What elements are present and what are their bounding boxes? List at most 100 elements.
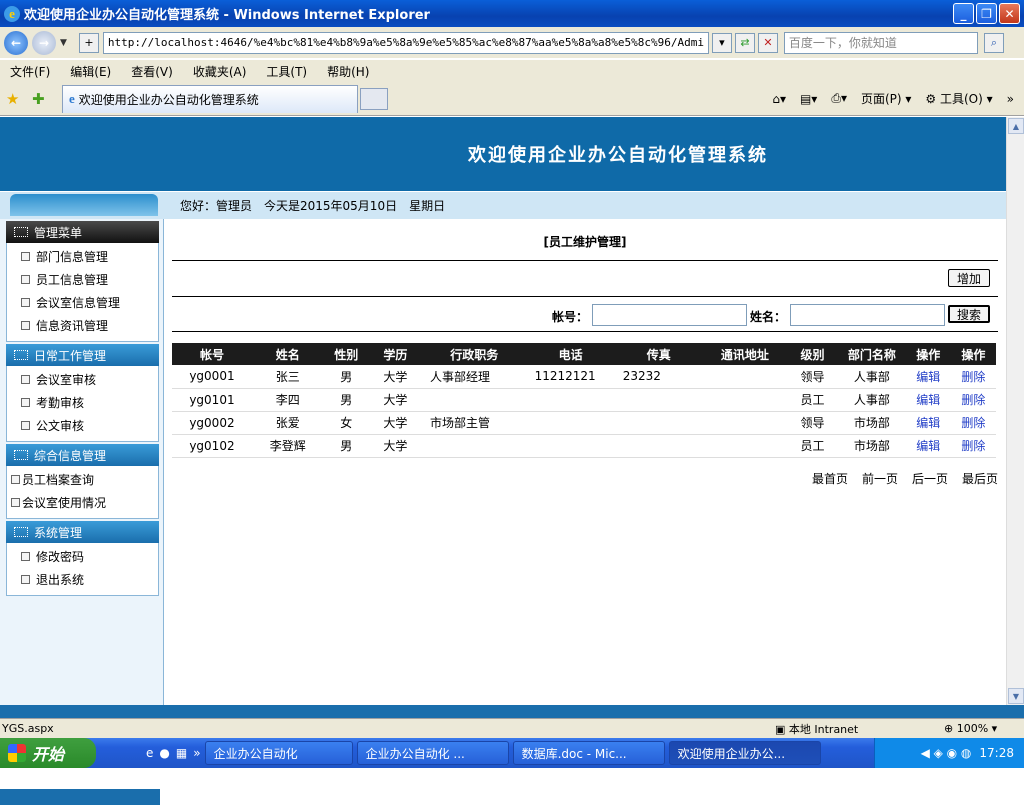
delete-link[interactable]: 删除 [961,370,985,384]
scroll-down-icon[interactable]: ▼ [1008,688,1024,704]
menu-bar: 文件(F) 编辑(E) 查看(V) 收藏夹(A) 工具(T) 帮助(H) [0,60,1024,82]
media-quicklaunch-icon[interactable]: ● [159,746,169,760]
menu-favorites[interactable]: 收藏夹(A) [193,63,247,80]
table-row: yg0001 张三 男 大学 人事部经理 11212121 23232 领导 人… [172,365,996,389]
group-body-daily: 会议室审核 考勤审核 公文审核 [6,366,159,442]
account-input[interactable] [592,304,747,326]
minimize-button[interactable]: _ [953,3,974,24]
menu-help[interactable]: 帮助(H) [327,63,369,80]
menu-edit[interactable]: 编辑(E) [70,63,111,80]
ie-quicklaunch-icon[interactable]: e [146,746,153,760]
task-vs[interactable]: 企业办公自动化 ... [356,741,509,765]
system-tray: ◀ ◈ ◉ ◍ 17:28 [874,738,1024,768]
add-page-icon[interactable]: + [78,32,99,53]
column-header: 部门名称 [838,343,906,365]
cell-fax: 23232 [614,365,703,389]
edit-link[interactable]: 编辑 [916,416,940,430]
name-label: 姓名： [750,310,787,324]
add-favorite-icon[interactable]: ✚ [32,90,52,108]
add-button[interactable]: 增加 [948,269,990,287]
app-quicklaunch-icon[interactable]: ▦ [176,746,187,760]
delete-link[interactable]: 删除 [961,393,985,407]
print-icon[interactable]: ⎙▾ [831,91,847,106]
sidebar-item-employee[interactable]: 员工信息管理 [7,268,158,291]
sidebar-footer [0,789,160,805]
sidebar-item-department[interactable]: 部门信息管理 [7,245,158,268]
close-button[interactable]: ✕ [999,3,1020,24]
sidebar-item-document-review[interactable]: 公文审核 [7,414,158,437]
cell-gender: 男 [323,434,369,458]
delete-link[interactable]: 删除 [961,439,985,453]
task-ie[interactable]: 欢迎使用企业办公... [668,741,821,765]
sidebar-item-attendance[interactable]: 考勤审核 [7,391,158,414]
address-dropdown-icon[interactable]: ▾ [711,32,732,53]
stop-icon[interactable]: ✕ [757,32,778,53]
search-button[interactable]: 搜索 [948,305,990,323]
edit-link[interactable]: 编辑 [916,439,940,453]
edit-link[interactable]: 编辑 [916,370,940,384]
sidebar-item-meeting-usage[interactable]: 会议室使用情况 [7,491,158,514]
task-word[interactable]: 数据库.doc - Mic... [512,741,665,765]
address-input[interactable]: http://localhost:4646/%e4%bc%81%e4%b8%9a… [102,31,709,54]
table-row: yg0102 李登辉 男 大学 员工 市场部 编辑 删除 [172,434,996,458]
history-dropdown-icon[interactable]: ▼ [60,38,67,48]
chevron-right-icon[interactable]: » [1007,92,1014,106]
group-header-daily[interactable]: 日常工作管理 [6,344,159,366]
table-header-row: 帐号 姓名 性别 学历 行政职务 电话 传真 通讯地址 级别 部门名称 操作 操… [172,343,996,365]
group-header-general[interactable]: 综合信息管理 [6,444,159,466]
chevron-right-icon[interactable]: » [193,746,200,760]
cell-account: yg0102 [172,434,252,458]
feeds-icon[interactable]: ▤▾ [800,92,817,106]
start-button[interactable]: 开始 [0,738,96,768]
delete-link[interactable]: 删除 [961,416,985,430]
scroll-up-icon[interactable]: ▲ [1008,118,1024,134]
next-page-link[interactable]: 后一页 [912,470,948,487]
sidebar-item-logout[interactable]: 退出系统 [7,568,158,591]
last-page-link[interactable]: 最后页 [962,470,998,487]
tab-title: 欢迎使用企业办公自动化管理系统 [78,92,259,107]
sidebar-item-label: 公文审核 [36,419,85,433]
menu-view[interactable]: 查看(V) [131,63,173,80]
sidebar-item-archive[interactable]: 员工档案查询 [7,468,158,491]
sidebar-hinge [10,194,158,216]
task-label: 欢迎使用企业办公... [677,746,786,761]
group-header-admin[interactable]: 管理菜单 [6,221,159,243]
greeting-text: 您好：管理员 今天是2015年05月10日 星期日 [180,199,446,213]
tab-current[interactable]: e 欢迎使用企业办公自动化管理系统 [62,84,358,113]
sidebar-item-meeting-review[interactable]: 会议室审核 [7,368,158,391]
sidebar-item-news[interactable]: 信息资讯管理 [7,314,158,337]
address-url: http://localhost:4646/%e4%bc%81%e4%b8%9a… [107,36,704,49]
forward-button[interactable]: → [32,30,56,55]
task-folder[interactable]: 企业办公自动化 [204,741,353,765]
maximize-button[interactable]: ❐ [976,3,997,24]
refresh-icon[interactable]: ⇄ [734,32,755,53]
cell-account: yg0101 [172,388,252,412]
group-header-system[interactable]: 系统管理 [6,521,159,543]
search-icon[interactable]: ⌕ [983,32,1004,53]
menu-file[interactable]: 文件(F) [10,63,50,80]
group-body-admin: 部门信息管理 员工信息管理 会议室信息管理 信息资讯管理 [6,243,159,342]
column-header: 性别 [323,343,369,365]
sidebar-item-change-password[interactable]: 修改密码 [7,545,158,568]
cell-name: 李四 [251,388,324,412]
home-icon[interactable]: ⌂▾ [772,92,786,106]
first-page-link[interactable]: 最首页 [812,470,848,487]
folder-icon [14,527,28,537]
favorites-star-icon[interactable]: ★ [6,90,26,108]
tools-menu[interactable]: ⚙ 工具(O) ▾ [925,90,992,107]
edit-link[interactable]: 编辑 [916,393,940,407]
page-menu[interactable]: 页面(P) ▾ [861,90,911,107]
zoom-control[interactable]: ⊕ 100% ▾ [944,722,997,735]
menu-tools[interactable]: 工具(T) [266,63,307,80]
sidebar-item-meeting-room[interactable]: 会议室信息管理 [7,291,158,314]
vertical-scrollbar[interactable]: ▲ ▼ [1006,117,1024,705]
prev-page-link[interactable]: 前一页 [862,470,898,487]
tray-icons[interactable]: ◀ ◈ ◉ ◍ [921,746,972,760]
windows-flag-icon [8,744,26,762]
new-tab-button[interactable] [360,87,388,110]
back-button[interactable]: ← [4,30,28,55]
sidebar-item-label: 会议室使用情况 [22,496,107,510]
search-input[interactable]: 百度一下，你就知道 [783,31,978,54]
clock: 17:28 [979,746,1014,760]
name-input[interactable] [790,304,945,326]
